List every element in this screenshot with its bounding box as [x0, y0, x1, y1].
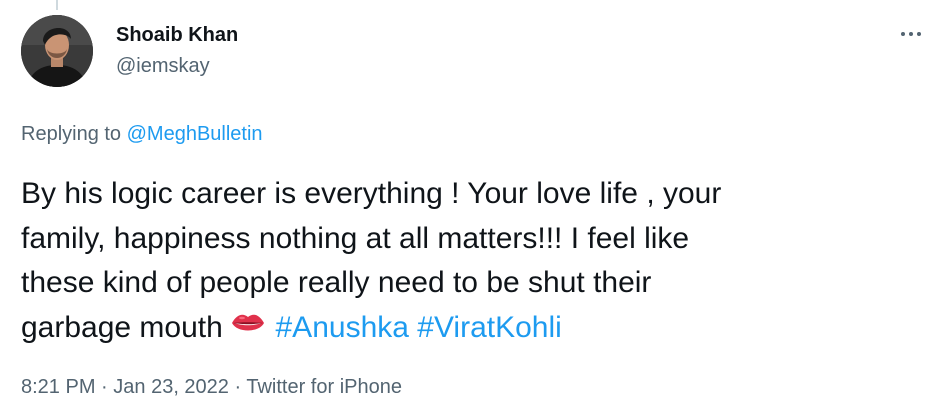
author-display-name[interactable]: Shoaib Khan: [116, 22, 238, 48]
hashtag-link[interactable]: #Anushka: [276, 311, 409, 344]
replying-to-prefix: Replying to: [21, 123, 127, 145]
avatar-image: [21, 15, 93, 87]
author-block: Shoaib Khan @iemskay: [116, 22, 238, 79]
reply-mention-link[interactable]: @MeghBulletin: [127, 123, 263, 145]
more-horizontal-icon-dot: [917, 32, 921, 36]
lips-emoji-icon: [231, 303, 265, 348]
more-options-button[interactable]: [896, 22, 926, 46]
tweet-time[interactable]: 8:21 PM: [21, 376, 95, 398]
more-horizontal-icon: [901, 32, 905, 36]
tweet-text-line: family, happiness nothing at all matters…: [21, 221, 690, 255]
more-horizontal-icon-dot: [909, 32, 913, 36]
meta-separator: ·: [95, 376, 114, 398]
tweet-date[interactable]: Jan 23, 2022: [113, 376, 229, 398]
tweet-source[interactable]: Twitter for iPhone: [246, 376, 402, 398]
hashtag-link[interactable]: #ViratKohli: [417, 311, 562, 344]
tweet-text-line: garbage mouth #Anushka #ViratKohli: [21, 306, 921, 351]
tweet-text: By his logic career is everything ! Your…: [21, 172, 921, 351]
tweet-text-line: By his logic career is everything ! Your…: [21, 177, 722, 210]
thread-connector-line: [56, 0, 58, 10]
author-handle[interactable]: @iemskay: [116, 53, 238, 79]
tweet-text-line: these kind of people really need to be s…: [21, 266, 652, 299]
tweet-text-segment: garbage mouth: [21, 310, 232, 344]
tweet: Shoaib Khan @iemskay Replying to @MeghBu…: [0, 0, 942, 400]
meta-separator: ·: [228, 376, 247, 398]
avatar[interactable]: [21, 15, 93, 87]
replying-to: Replying to @MeghBulletin: [21, 121, 263, 147]
tweet-meta: 8:21 PM · Jan 23, 2022 · Twitter for iPh…: [21, 374, 402, 400]
